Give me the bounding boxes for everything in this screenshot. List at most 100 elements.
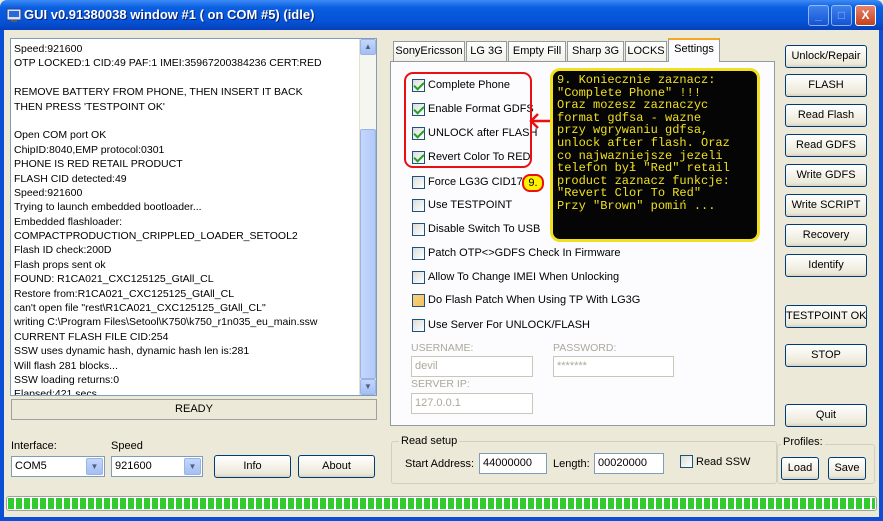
progress-bar <box>6 496 877 511</box>
tab-settings[interactable]: Settings <box>668 38 720 62</box>
log-line: Elapsed:421 secs. <box>14 388 100 396</box>
length-label: Length: <box>553 458 590 470</box>
tab-empty-fill[interactable]: Empty Fill <box>508 41 566 61</box>
log-line: FOUND: R1CA021_CXC125125_GtAll_CL <box>14 273 214 286</box>
chevron-down-icon[interactable]: ▼ <box>86 458 103 475</box>
log-line: Embedded flashloader: <box>14 215 122 228</box>
annotation-line: Przy "Brown" pomiń ... <box>557 198 716 213</box>
status-bar: READY <box>11 399 377 420</box>
step-marker: 9. <box>522 174 544 192</box>
server-ip-field[interactable]: 127.0.0.1 <box>411 393 533 414</box>
close-icon: X <box>861 8 870 22</box>
start-address-field[interactable]: 44000000 <box>479 453 547 474</box>
log-line: THEN PRESS 'TESTPOINT OK' <box>14 100 165 113</box>
tab-lg-3g[interactable]: LG 3G <box>466 41 507 61</box>
load-profile-button[interactable]: Load <box>781 457 819 480</box>
option-label[interactable]: Force LG3G CID17 <box>428 176 523 188</box>
highlight-box <box>404 72 532 168</box>
password-field[interactable]: ******* <box>553 356 674 377</box>
start-address-label: Start Address: <box>405 458 475 470</box>
progress-fill <box>8 498 875 509</box>
interface-value: COM5 <box>15 460 47 472</box>
tab-locks[interactable]: LOCKS <box>625 41 667 61</box>
annotation-line: unlock after flash. Oraz <box>557 135 730 150</box>
log-line: Speed:921600 <box>14 186 83 199</box>
tab-sharp-3g[interactable]: Sharp 3G <box>567 41 624 61</box>
log-output[interactable]: Speed:921600 OTP LOCKED:1 CID:49 PAF:1 IM… <box>10 38 377 396</box>
interface-select[interactable]: COM5 ▼ <box>11 456 105 477</box>
close-button[interactable]: X <box>855 5 876 26</box>
annotation-line: 9. Koniecznie zaznacz: <box>557 73 716 87</box>
log-line: SSW uses dynamic hash, dynamic hash len … <box>14 345 250 358</box>
scroll-down-icon[interactable]: ▼ <box>360 379 376 395</box>
option-checkbox[interactable] <box>412 294 425 307</box>
write-script-button[interactable]: Write SCRIPT <box>785 194 867 217</box>
window-title: GUI v0.91380038 window #1 ( on COM #5) (… <box>24 7 315 22</box>
option-label[interactable]: Disable Switch To USB <box>428 223 540 235</box>
log-line: Flash ID check:200D <box>14 244 112 257</box>
option-checkbox[interactable] <box>412 271 425 284</box>
log-line: OTP LOCKED:1 CID:49 PAF:1 IMEI:359672003… <box>14 57 322 70</box>
recovery-button[interactable]: Recovery <box>785 224 867 247</box>
option-label[interactable]: Use TESTPOINT <box>428 199 512 211</box>
log-line: Restore from:R1CA021_CXC125125_GtAll_CL <box>14 287 235 300</box>
identify-button[interactable]: Identify <box>785 254 867 277</box>
app-icon <box>6 8 22 22</box>
window-frame-right <box>879 30 883 521</box>
option-label[interactable]: Allow To Change IMEI When Unlocking <box>428 271 619 283</box>
log-line: Will flash 281 blocks... <box>14 359 118 372</box>
log-line: FLASH CID detected:49 <box>14 172 127 185</box>
password-label: PASSWORD: <box>553 342 617 354</box>
option-checkbox[interactable] <box>412 247 425 260</box>
option-label[interactable]: Do Flash Patch When Using TP With LG3G <box>428 294 640 306</box>
scroll-thumb[interactable] <box>360 129 376 379</box>
log-lines: Speed:921600 OTP LOCKED:1 CID:49 PAF:1 IM… <box>14 42 359 396</box>
log-line: PHONE IS RED RETAIL PRODUCT <box>14 158 183 171</box>
log-line: Trying to launch embedded bootloader... <box>14 201 202 214</box>
username-label: USERNAME: <box>411 342 474 354</box>
server-ip-label: SERVER IP: <box>411 378 470 390</box>
about-button[interactable]: About <box>298 455 375 478</box>
profiles-title: Profiles: <box>781 436 825 448</box>
window-frame-left <box>0 30 4 521</box>
log-line: Speed:921600 <box>14 43 83 55</box>
info-button[interactable]: Info <box>214 455 291 478</box>
option-checkbox[interactable] <box>412 223 425 236</box>
read-flash-button[interactable]: Read Flash <box>785 104 867 127</box>
minimize-button[interactable]: _ <box>808 5 829 26</box>
read-ssw-checkbox[interactable] <box>680 455 693 468</box>
speed-value: 921600 <box>115 460 152 472</box>
length-field[interactable]: 00020000 <box>594 453 664 474</box>
interface-label: Interface: <box>11 440 57 452</box>
option-checkbox[interactable] <box>412 199 425 212</box>
speed-select[interactable]: 921600 ▼ <box>111 456 203 477</box>
quit-button[interactable]: Quit <box>785 404 867 427</box>
log-line: Open COM port OK <box>14 129 107 142</box>
option-checkbox[interactable] <box>412 176 425 189</box>
flash-button[interactable]: FLASH <box>785 74 867 97</box>
save-profile-button[interactable]: Save <box>828 457 866 480</box>
testpoint-ok-button[interactable]: TESTPOINT OK <box>785 305 867 328</box>
unlock-repair-button[interactable]: Unlock/Repair <box>785 45 867 68</box>
read-ssw-label: Read SSW <box>696 456 751 468</box>
option-label[interactable]: Patch OTP<>GDFS Check In Firmware <box>428 247 621 259</box>
annotation-line: telefon był "Red" retail <box>557 161 730 176</box>
option-checkbox[interactable] <box>412 319 425 332</box>
stop-button[interactable]: STOP <box>785 344 867 367</box>
log-line: Flash props sent ok <box>14 258 106 271</box>
chevron-down-icon[interactable]: ▼ <box>184 458 201 475</box>
option-label[interactable]: Use Server For UNLOCK/FLASH <box>428 319 590 331</box>
write-gdfs-button[interactable]: Write GDFS <box>785 164 867 187</box>
annotation-lines: 9. Koniecznie zaznacz: "Complete Phone" … <box>557 74 753 213</box>
maximize-button[interactable]: □ <box>831 5 852 26</box>
tab-sonyericsson[interactable]: SonyEricsson <box>393 41 465 61</box>
read-setup-title: Read setup <box>399 435 460 447</box>
log-line: CURRENT FLASH FILE CID:254 <box>14 330 169 343</box>
maximize-icon: □ <box>837 8 846 22</box>
scroll-up-icon[interactable]: ▲ <box>360 39 376 55</box>
username-field[interactable]: devil <box>411 356 533 377</box>
log-line: COMPACTPRODUCTION_CRIPPLED_LOADER_SETOOL… <box>14 230 298 243</box>
log-scrollbar[interactable]: ▲ ▼ <box>359 39 376 395</box>
read-gdfs-button[interactable]: Read GDFS <box>785 134 867 157</box>
